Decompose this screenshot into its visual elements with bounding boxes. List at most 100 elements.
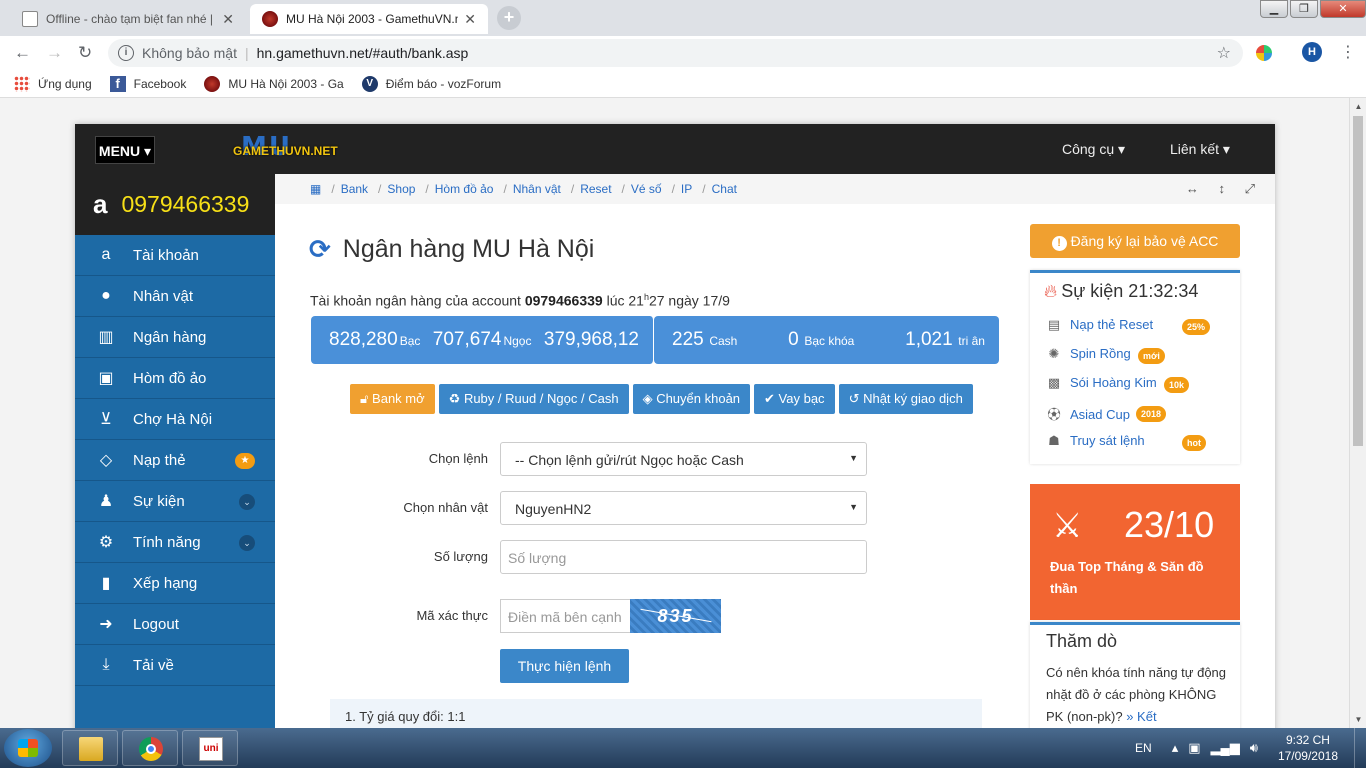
poll-result-link[interactable]: » Kết [1126,709,1156,724]
command-select[interactable]: -- Chọn lệnh gửi/rút Ngọc hoặc Cash ▼ [500,442,867,476]
sidebar-item-character[interactable]: ● Nhân vật [75,276,275,317]
tools-dropdown[interactable]: Công cụ ▾ [1062,141,1125,158]
character-select[interactable]: NguyenHN2 ▼ [500,491,867,525]
event-label: Asiad Cup [1070,407,1130,422]
menu-kebab-icon[interactable]: ⋮ [1340,42,1356,62]
sidebar-item-market[interactable]: ⊻ Chợ Hà Nội [75,399,275,440]
sidebar-item-topup[interactable]: ◇ Nạp thẻ ★ [75,440,275,481]
close-tab-icon[interactable]: ✕ [222,11,234,28]
taskbar-unikey[interactable]: uni [182,730,238,766]
scroll-down-icon[interactable]: ▼ [1350,711,1366,728]
language-indicator[interactable]: EN [1135,741,1152,755]
close-tab-icon[interactable]: ✕ [464,11,476,28]
scroll-thumb[interactable] [1353,116,1363,446]
captcha-input[interactable]: Điền mã bên cạnh [500,599,630,633]
bookmark-facebook[interactable]: f Facebook [109,75,186,92]
loan-button[interactable]: ✔ Vay bạc [754,384,835,414]
page-title-text: Ngân hàng MU Hà Nội [342,235,595,263]
bank-open-button[interactable]: 🔓︎ Bank mở [350,384,435,414]
reload-icon[interactable]: ↻ [78,43,92,63]
bookmark-apps[interactable]: Ứng dụng [14,75,92,92]
stat-value: 707,674 [432,329,502,350]
promo-desc: Đua Top Tháng & Săn đồ thần [1050,559,1204,596]
tab-mu-hanoi[interactable]: MU Hà Nội 2003 - GamethuVN.n ✕ [250,4,488,34]
calendar-icon[interactable]: ▦ [310,182,321,196]
menu-button[interactable]: MENU ▾ [95,136,155,164]
crumb-inventory[interactable]: Hòm đồ ảo [435,182,494,196]
quantity-input[interactable]: Số lượng [500,540,867,574]
sidebar-item-download[interactable]: ⤓ Tải về [75,645,275,686]
tray-app-icon[interactable]: ▣ [1188,740,1200,756]
close-window-button[interactable]: ✕ [1320,0,1366,18]
sidebar-item-account[interactable]: a Tài khoản [75,235,275,276]
clock-time: 9:32 CH [1285,733,1330,747]
vertical-scrollbar[interactable]: ▲ ▼ [1349,98,1366,728]
scroll-up-icon[interactable]: ▲ [1350,98,1366,115]
captcha-image[interactable]: 835 [630,599,721,633]
tray-expand-icon[interactable]: ▴ [1172,740,1179,756]
fullscreen-icon[interactable]: ⤢ [1245,181,1255,196]
apps-grid-icon [14,75,30,92]
start-button[interactable] [4,729,52,767]
maximize-button[interactable]: ❐ [1290,0,1318,18]
new-tab-button[interactable]: + [497,6,521,30]
extension-icon[interactable] [1256,45,1272,61]
refresh-icon[interactable]: ⟳ [309,234,331,265]
crumb-reset[interactable]: Reset [580,182,611,196]
tab-offline[interactable]: Offline - chào tạm biệt fan nhé | ✕ [10,4,246,34]
clock[interactable]: 9:32 CH 17/09/2018 [1278,732,1338,764]
promo-banner[interactable]: ⚔ 23/10 Đua Top Tháng & Săn đồ thần [1030,484,1240,620]
event-asiad-cup[interactable]: ⚽︎ Asiad Cup 2018 [1044,404,1234,424]
crumb-ip[interactable]: IP [681,182,692,196]
sidebar-item-features[interactable]: ⚙ Tính năng ⌄ [75,522,275,563]
cogs-icon: ⚙ [98,534,114,551]
back-icon[interactable]: ← [14,43,31,63]
security-label[interactable]: Không bảo mật [142,45,237,61]
separator: / [671,182,675,196]
bookmark-voz[interactable]: V Điểm báo - vozForum [361,75,501,92]
button-label: Vay bạc [778,391,825,406]
show-desktop-button[interactable] [1354,728,1366,768]
crumb-chat[interactable]: Chat [712,182,737,196]
url-text[interactable]: hn.gamethuvn.net/#auth/bank.asp [257,45,469,61]
bookmark-mu-hanoi[interactable]: MU Hà Nội 2003 - Ga [204,75,344,92]
expand-vertical-icon[interactable]: ↕ [1218,181,1225,196]
crumb-bank[interactable]: Bank [341,182,368,196]
exchange-button[interactable]: ♻ Ruby / Ruud / Ngọc / Cash [438,384,629,414]
sidebar-item-logout[interactable]: ➜ Logout [75,604,275,645]
taskbar-chrome[interactable] [122,730,178,766]
volume-icon[interactable]: 🔊︎ [1250,740,1258,756]
event-hunt-order[interactable]: ☗ Truy sát lệnh hot [1044,433,1234,453]
crumb-lottery[interactable]: Vé số [631,182,662,196]
transfer-button[interactable]: ◈ Chuyển khoản [632,384,751,414]
crumb-character[interactable]: Nhân vật [513,182,561,196]
events-title-text: Sự kiện 21:32:34 [1061,281,1199,301]
sidebar-item-inventory[interactable]: ▣ Hòm đồ ảo [75,358,275,399]
site-logo[interactable]: MU GAMETHUVN.NET [233,132,351,162]
mu-favicon-icon [262,11,278,27]
balance-stats: 828,280 Bạc 707,674 Ngọc 379,968,12 225 Ca… [311,316,999,364]
register-protect-button[interactable]: ! Đăng ký lại bảo vệ ACC [1030,224,1240,258]
history-button[interactable]: ↺ Nhật ký giao dịch [838,384,973,414]
sidebar-item-ranking[interactable]: ▮ Xếp hạng [75,563,275,604]
stat-value: 379,968,12 [543,329,639,350]
links-dropdown[interactable]: Liên kết ▾ [1170,141,1230,158]
profile-avatar[interactable]: H [1302,42,1322,62]
taskbar-explorer[interactable] [62,730,118,766]
forward-icon[interactable]: → [46,43,63,63]
event-spin-dragon[interactable]: ✺ Spin Rồng mới [1044,346,1234,366]
event-topup-reset[interactable]: ▤ Nạp thẻ Reset 25% [1044,317,1234,337]
money-icon: ▤ [1047,317,1061,332]
expand-horizontal-icon[interactable]: ↔ [1186,181,1199,196]
bookmark-star-icon[interactable]: ☆ [1217,43,1231,63]
minimize-button[interactable]: ▁ [1260,0,1288,18]
crumb-shop[interactable]: Shop [387,182,415,196]
submit-button[interactable]: Thực hiện lệnh [500,649,629,683]
network-icon[interactable]: ▂▄▆ [1211,740,1240,756]
info-icon[interactable]: i [118,45,134,61]
event-golden-wolf[interactable]: ▩ Sói Hoàng Kim 10k [1044,375,1234,395]
sidebar-item-events[interactable]: ♟ Sự kiện ⌄ [75,481,275,522]
address-bar[interactable]: i Không bảo mật | hn.gamethuvn.net/#auth… [108,39,1243,67]
fire-icon: 🔥︎ [1044,281,1058,301]
sidebar-item-bank[interactable]: ▥ Ngân hàng [75,317,275,358]
